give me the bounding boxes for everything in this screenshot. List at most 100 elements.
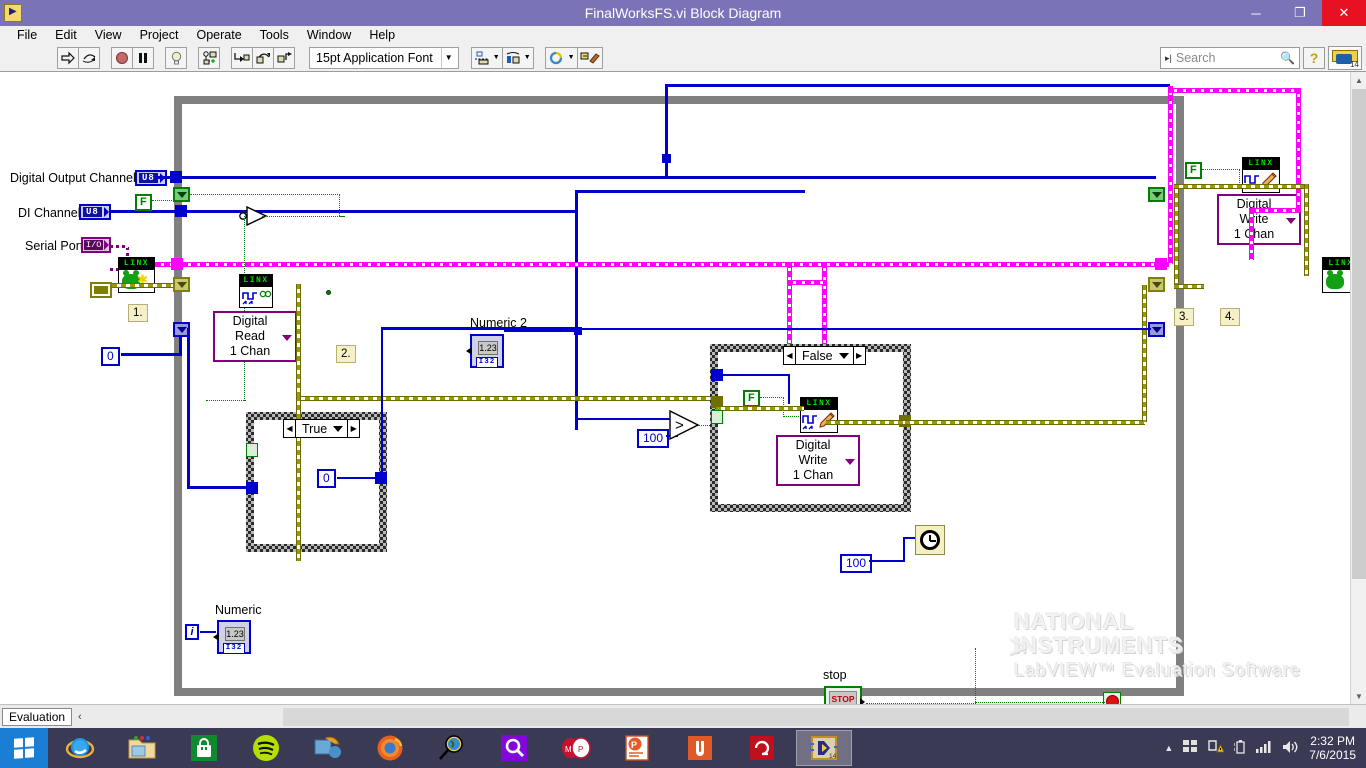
step-out-button[interactable]	[273, 46, 295, 69]
menu-project[interactable]: Project	[131, 26, 188, 44]
wait-ms-node[interactable]	[915, 525, 945, 555]
iteration-terminal[interactable]: i	[185, 624, 199, 640]
taskbar-powerpoint[interactable]: P	[610, 730, 666, 766]
taskbar-clock[interactable]: 2:32 PM 7/6/2015	[1309, 734, 1356, 762]
taskbar-firefox[interactable]	[362, 730, 418, 766]
loop-stop-terminal[interactable]	[1103, 692, 1121, 704]
align-objects-button[interactable]: ▼	[470, 46, 503, 69]
taskbar-adobe-creative-cloud[interactable]	[734, 730, 790, 766]
menu-window[interactable]: Window	[298, 26, 360, 44]
chevron-down-icon[interactable]	[333, 425, 344, 432]
menu-help[interactable]: Help	[360, 26, 404, 44]
vertical-scrollbar[interactable]: ▲ ▼	[1350, 72, 1366, 704]
next-case-button[interactable]: ▶	[852, 347, 865, 364]
zero-constant-1[interactable]: 0	[101, 347, 120, 366]
block-diagram-canvas[interactable]: Digital Output Channel U8 DI Channel U8 …	[0, 72, 1350, 704]
highlight-execution-button[interactable]	[165, 46, 187, 69]
maximize-button[interactable]: ❐	[1278, 0, 1322, 26]
menu-operate[interactable]: Operate	[187, 26, 250, 44]
scrollbar-thumb[interactable]	[1352, 89, 1366, 579]
taskbar-spotify[interactable]	[238, 730, 294, 766]
threshold-constant[interactable]: 100	[637, 429, 670, 448]
wire-case-true-out	[337, 477, 379, 479]
chevron-down-icon[interactable]	[282, 334, 292, 341]
clean-up-diagram-button[interactable]	[576, 46, 603, 69]
chevron-down-icon[interactable]: ▼	[568, 54, 575, 61]
chevron-down-icon[interactable]: ▼	[440, 47, 456, 68]
serial-port-terminal[interactable]: I/O	[81, 237, 112, 253]
stop-button[interactable]: STOP TF	[824, 686, 865, 704]
menu-edit[interactable]: Edit	[46, 26, 86, 44]
taskbar-mdp-app[interactable]: MP	[548, 730, 604, 766]
case-selector-true[interactable]: ◀ True ▶	[283, 419, 361, 438]
battery-icon[interactable]	[1233, 739, 1246, 757]
distribute-objects-button[interactable]: ▼	[501, 46, 534, 69]
taskbar-search-app[interactable]	[486, 730, 542, 766]
search-icon[interactable]: 🔍	[1280, 51, 1295, 65]
volume-icon[interactable]	[1282, 740, 1298, 757]
minimize-button[interactable]: ─	[1234, 0, 1278, 26]
taskbar-file-explorer[interactable]	[114, 730, 170, 766]
numeric-indicator[interactable]: 1.23 I32	[213, 620, 251, 654]
tunnel-pink-left	[171, 258, 183, 270]
step-over-button[interactable]	[252, 46, 274, 69]
greater-than-gate[interactable]: >	[668, 409, 704, 446]
taskbar-office-app[interactable]	[672, 730, 728, 766]
menu-tools[interactable]: Tools	[251, 26, 298, 44]
di-channel-terminal[interactable]: U8	[79, 204, 111, 220]
warning-icon[interactable]	[1208, 740, 1225, 756]
digital-write-top-label-box[interactable]: Digital Write 1 Chan	[1217, 194, 1301, 245]
zero-constant-2[interactable]: 0	[317, 469, 336, 488]
numeric-2-value: 1.23	[478, 341, 498, 355]
scroll-up-button[interactable]: ▲	[1351, 72, 1366, 88]
digital-read-vi[interactable]: LINX	[239, 274, 273, 308]
menu-file[interactable]: File	[8, 26, 46, 44]
false-constant-2[interactable]: F	[743, 390, 760, 407]
prev-case-button[interactable]: ◀	[784, 347, 796, 364]
menu-view[interactable]: View	[86, 26, 131, 44]
wait-constant[interactable]: 100	[840, 554, 873, 573]
case-selector-terminal-false[interactable]	[711, 410, 723, 424]
chevron-down-icon[interactable]	[845, 458, 855, 465]
collapse-button[interactable]: ‹	[78, 711, 82, 723]
close-button[interactable]: ✕	[1322, 0, 1366, 26]
case-selector-false[interactable]: ◀ False ▶	[783, 346, 866, 365]
digital-read-label-box[interactable]: Digital Read 1 Chan	[213, 311, 297, 362]
false-constant-1[interactable]: F	[135, 194, 152, 211]
taskbar-sync-tool[interactable]	[300, 730, 356, 766]
prev-case-button[interactable]: ◀	[284, 420, 296, 437]
digital-write-vi-loop[interactable]: LINX	[800, 397, 838, 433]
taskbar-search-tool[interactable]	[424, 730, 480, 766]
step-into-button[interactable]	[231, 46, 253, 69]
chevron-down-icon[interactable]: ▼	[493, 54, 500, 61]
taskbar-internet-explorer[interactable]	[52, 730, 108, 766]
case-selector-label: True	[302, 421, 328, 436]
digital-write-loop-label-box[interactable]: Digital Write 1 Chan	[776, 435, 860, 486]
windows-start-button[interactable]	[0, 728, 48, 768]
chevron-down-icon[interactable]	[1286, 217, 1296, 224]
chevron-down-icon[interactable]	[838, 352, 849, 359]
show-hidden-icons-button[interactable]: ▲	[1164, 743, 1173, 753]
evaluation-tab[interactable]: Evaluation	[2, 707, 73, 726]
run-continuously-button[interactable]	[78, 46, 100, 69]
context-help-button[interactable]: ?	[1303, 47, 1325, 69]
retain-wire-values-button[interactable]	[198, 46, 220, 69]
abort-execution-button[interactable]	[111, 46, 133, 69]
run-button[interactable]	[57, 46, 79, 69]
search-input[interactable]: ▸| Search 🔍	[1160, 47, 1300, 69]
reorder-button[interactable]: ▼	[544, 46, 578, 69]
chevron-down-icon[interactable]: ▼	[524, 54, 531, 61]
numeric-2-indicator[interactable]: 1.23 I32	[466, 334, 504, 368]
case-selector-terminal[interactable]	[246, 443, 258, 457]
font-selector[interactable]: 15pt Application Font ▼	[309, 46, 459, 69]
device-constant[interactable]	[90, 282, 112, 298]
next-case-button[interactable]: ▶	[347, 420, 359, 437]
scroll-down-button[interactable]: ▼	[1351, 688, 1366, 704]
signal-icon[interactable]	[1256, 740, 1272, 756]
linx-close-vi[interactable]: LINX	[1322, 257, 1350, 293]
pause-button[interactable]	[132, 46, 154, 69]
false-constant-3[interactable]: F	[1185, 162, 1202, 179]
taskbar-windows-store[interactable]	[176, 730, 232, 766]
network-icon[interactable]	[1183, 740, 1198, 756]
taskbar-labview[interactable]: 14	[796, 730, 852, 766]
